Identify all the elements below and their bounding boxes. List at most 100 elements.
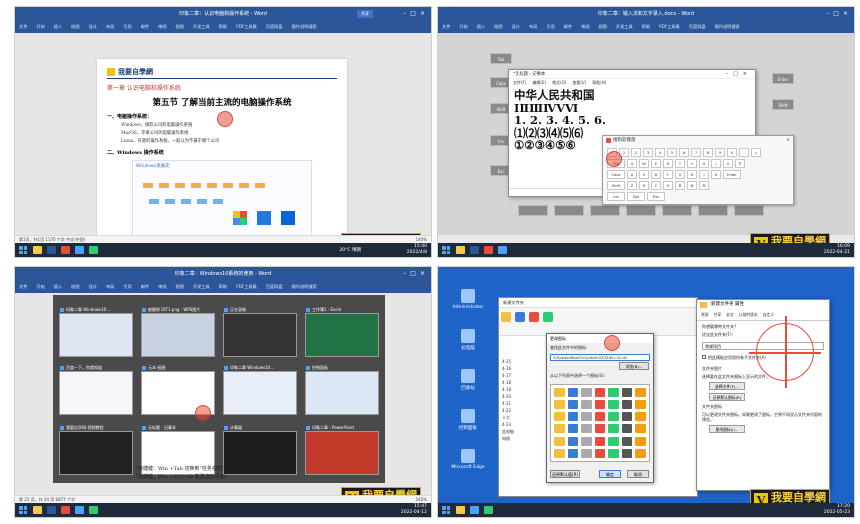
ribbon-tab[interactable]: 邮件 (564, 24, 572, 29)
desktop-icon[interactable]: 回收站 (450, 369, 486, 391)
soft-key[interactable]: Del (627, 192, 645, 201)
ribbon-tab[interactable]: 开始 (36, 24, 44, 29)
ribbon-tab[interactable]: 引用 (123, 284, 131, 289)
shell-icon[interactable] (581, 436, 592, 446)
shell-icon[interactable] (635, 388, 646, 397)
ribbon-tab[interactable]: 插入 (54, 284, 62, 289)
soft-key[interactable]: I (711, 159, 721, 168)
shell-icon[interactable] (567, 424, 579, 434)
soft-key[interactable]: M (699, 181, 709, 190)
shell-icon[interactable] (621, 400, 633, 410)
desktop-icon[interactable]: 此电脑 (450, 329, 486, 351)
shell-icon[interactable] (554, 388, 565, 397)
shell-icon[interactable] (581, 448, 592, 458)
clock[interactable]: 15:47 2022-04-12 (401, 504, 427, 516)
notepad-menu[interactable]: 文件(F) 编辑(E) 格式(O) 查看(V) 帮助(H) (509, 79, 755, 87)
taskbar-apps[interactable] (33, 246, 98, 254)
shell-icon[interactable] (594, 400, 606, 410)
taskbar-apps[interactable] (456, 246, 507, 254)
soft-key[interactable]: Enter (723, 170, 741, 179)
soft-key[interactable]: 7 (691, 148, 701, 157)
clock[interactable]: 17:20 2022-05-23 (824, 504, 850, 516)
shell-icon[interactable] (635, 412, 646, 422)
ribbon-tab[interactable]: 引用 (123, 24, 131, 29)
shell-icon[interactable] (608, 412, 619, 422)
shell-icon[interactable] (554, 424, 565, 434)
close-icon[interactable]: × (786, 136, 790, 145)
task-view-window[interactable]: 百度一下，你就知道 (59, 365, 133, 415)
ribbon-tab[interactable]: 百度网盘 (689, 24, 706, 29)
shell-icon[interactable] (594, 412, 606, 422)
soft-key[interactable]: 0 (727, 148, 737, 157)
ribbon-tab[interactable]: 插入 (54, 24, 62, 29)
task-view-window[interactable]: 印象二章 Windows10... (59, 307, 133, 357)
ribbon-tab[interactable]: 绘图 (71, 24, 79, 29)
weather-widget[interactable]: 20°C 晴朗 (339, 247, 361, 253)
ribbon-tab[interactable]: 视图 (176, 284, 184, 289)
shell-icon[interactable] (635, 424, 646, 434)
ribbon-tab[interactable]: 视图 (599, 24, 607, 29)
ribbon-tab[interactable]: PDF工具集 (236, 284, 257, 289)
ribbon-tab[interactable]: 开发工具 (193, 24, 210, 29)
start-icon[interactable] (19, 506, 27, 514)
share-button[interactable]: 共享 (357, 10, 373, 18)
soft-key[interactable]: S (639, 170, 649, 179)
ribbon-tabs[interactable]: 文件 开始 插入 绘图 设计 布局 引用 邮件 审阅 视图 开发工具 帮助 PDF工具集 百度网盘 操作说明… (438, 21, 854, 33)
nav-item[interactable]: 4-22 (502, 407, 527, 414)
shell-icon[interactable] (581, 388, 592, 397)
shell-icon[interactable] (635, 400, 646, 410)
ribbon-tab[interactable]: 文件 (19, 24, 27, 29)
ribbon-tab[interactable]: 百度网盘 (266, 284, 283, 289)
properties-tabs[interactable]: 常规 共享 安全 以前的版本 自定义 (697, 310, 829, 321)
ribbon-tab[interactable]: 邮件 (141, 284, 149, 289)
soft-key[interactable]: A (627, 170, 637, 179)
ribbon-tab[interactable]: 开始 (36, 284, 44, 289)
ribbon-tab[interactable]: 布局 (529, 24, 537, 29)
ribbon-tab[interactable]: 邮件 (141, 24, 149, 29)
icon-list[interactable] (550, 384, 650, 462)
shell-icon[interactable] (554, 436, 565, 446)
shell-icon[interactable] (581, 400, 592, 410)
desktop-icon[interactable]: Microsoft Edge (450, 449, 486, 470)
nav-item[interactable]: 4-17 (502, 372, 527, 379)
ribbon-tab[interactable]: 布局 (106, 24, 114, 29)
clock[interactable]: 16:09 2022-04-21 (824, 244, 850, 256)
ribbon-tab[interactable]: 开发工具 (616, 24, 633, 29)
task-view-window[interactable]: 印象二章 Windows10... (223, 365, 297, 415)
ribbon-tab[interactable]: 操作说明搜索 (292, 284, 317, 289)
properties-tab[interactable]: 安全 (726, 312, 734, 318)
soft-key[interactable]: 5 (667, 148, 677, 157)
properties-tab[interactable]: 自定义 (763, 312, 774, 318)
nav-item[interactable]: 4-16 (502, 365, 527, 372)
soft-key[interactable]: J (699, 170, 709, 179)
soft-key[interactable]: = (751, 148, 761, 157)
ribbon-tab[interactable]: 文件 (442, 24, 450, 29)
soft-key[interactable]: F (663, 170, 673, 179)
task-view-window[interactable]: 被删除 DIT1.png - WPS图片 (141, 307, 215, 357)
ribbon-tab[interactable]: 开发工具 (193, 284, 210, 289)
nav-item[interactable]: 4-15 (502, 358, 527, 365)
taskbar-apps[interactable] (456, 506, 493, 514)
ribbon-tabs[interactable]: 文件 开始 插入 绘图 设计 布局 引用 邮件 审阅 视图 开发工具 帮助 PDF工具集 百度网盘 操作说明… (15, 21, 431, 33)
soft-key[interactable]: B (675, 181, 685, 190)
ribbon-tabs[interactable]: 文件 开始 插入 绘图 设计 布局 引用 邮件 审阅 视图 开发工具 帮助 PDF工具集 百度网盘 操作说明… (15, 281, 431, 293)
shell-icon[interactable] (581, 412, 592, 422)
window-controls[interactable]: –□× (403, 7, 429, 21)
ribbon-tab[interactable]: 帮助 (219, 24, 227, 29)
shell-icon[interactable] (635, 448, 646, 458)
shell-icon[interactable] (567, 412, 579, 422)
soft-key[interactable]: - (739, 148, 749, 157)
ribbon-tab[interactable]: 审阅 (581, 24, 589, 29)
soft-key[interactable]: Q (627, 159, 637, 168)
soft-key[interactable]: T (675, 159, 685, 168)
soft-key[interactable]: Caps (607, 170, 625, 179)
window-controls[interactable]: –□× (826, 7, 852, 21)
soft-key[interactable]: H (687, 170, 697, 179)
restore-default-icon-button[interactable]: 还原默认图标(R) (709, 393, 745, 401)
shell-icon[interactable] (608, 400, 619, 410)
ribbon-tab[interactable]: PDF工具集 (659, 24, 680, 29)
task-view-window[interactable]: 控制面板 (305, 365, 379, 415)
nav-item[interactable]: 4-19 (502, 386, 527, 393)
menu-item[interactable]: 查看(V) (572, 80, 586, 85)
soft-key[interactable]: 4 (655, 148, 665, 157)
